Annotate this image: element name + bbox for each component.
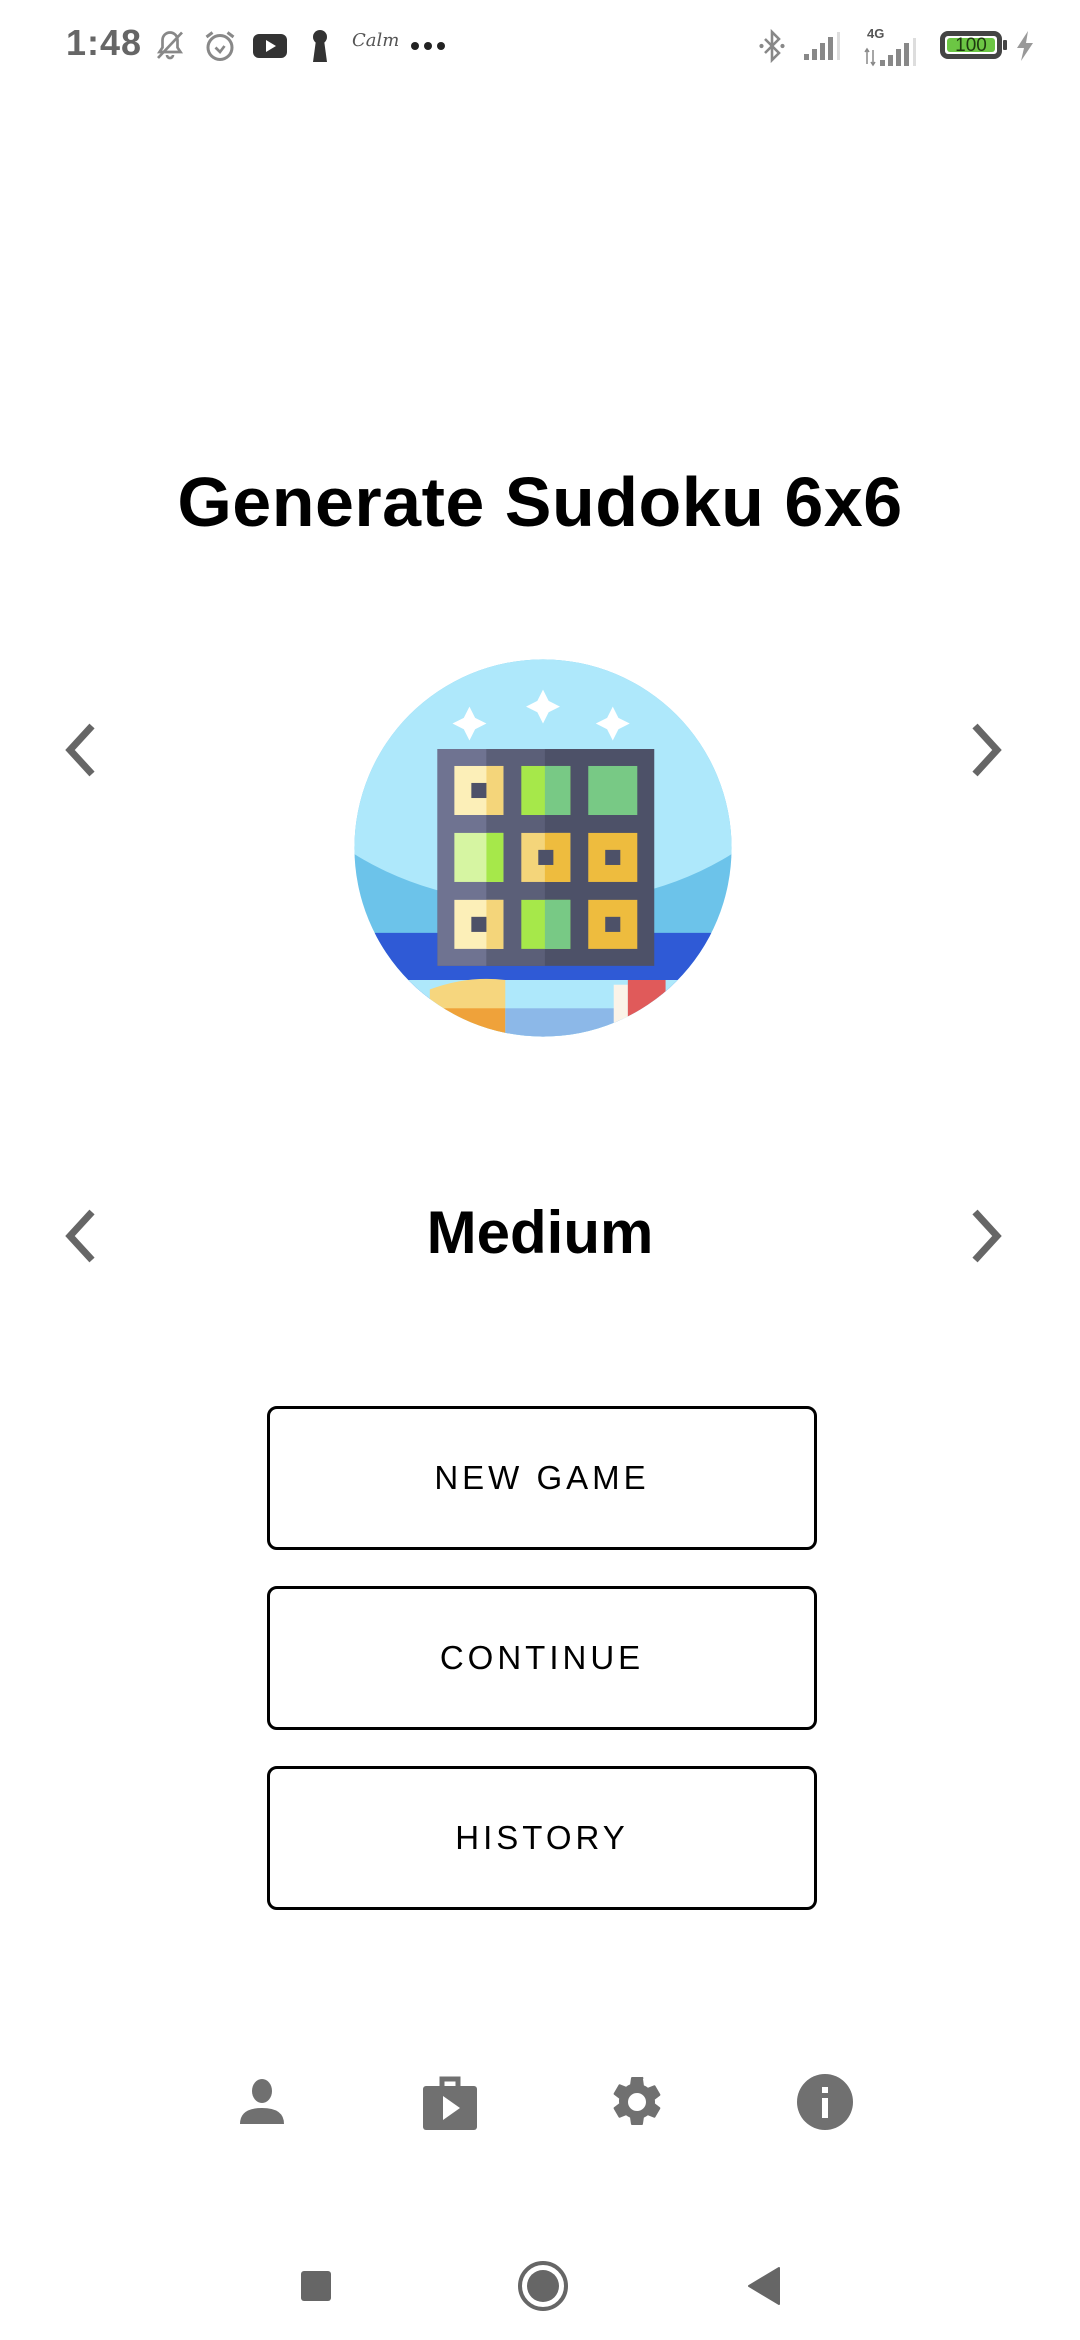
bluetooth-icon bbox=[754, 26, 790, 66]
signal-4g-icon bbox=[862, 32, 922, 72]
difficulty-label: Medium bbox=[426, 1199, 654, 1266]
battery-tip bbox=[1003, 40, 1007, 50]
sudoku-illustration bbox=[345, 650, 741, 1046]
signal-icon bbox=[800, 26, 846, 66]
charging-icon bbox=[1010, 26, 1040, 66]
play-store-icon bbox=[423, 2076, 477, 2130]
chevron-right-icon bbox=[972, 723, 1002, 777]
chevron-right-icon bbox=[972, 1209, 1002, 1263]
vibrate-muted-icon bbox=[150, 26, 190, 66]
battery-level: 100 bbox=[947, 36, 995, 55]
profile-button[interactable] bbox=[230, 2070, 294, 2134]
next-difficulty-button[interactable] bbox=[955, 1196, 1015, 1276]
profile-icon bbox=[240, 2079, 284, 2124]
more-dots-icon bbox=[408, 26, 448, 66]
battery-icon: 100 bbox=[940, 31, 1002, 59]
continue-button[interactable]: CONTINUE bbox=[267, 1586, 817, 1730]
calm-app-icon: Calm bbox=[352, 30, 400, 51]
settings-icon bbox=[613, 2076, 661, 2125]
prev-size-button[interactable] bbox=[52, 710, 112, 790]
status-time: 1:48 bbox=[66, 22, 143, 63]
settings-button[interactable] bbox=[605, 2070, 669, 2134]
recents-button[interactable] bbox=[286, 2256, 346, 2316]
info-button[interactable] bbox=[793, 2070, 857, 2134]
keyhole-icon bbox=[302, 26, 338, 66]
back-icon bbox=[748, 2267, 780, 2305]
alarm-icon bbox=[200, 26, 240, 66]
youtube-icon bbox=[250, 26, 290, 66]
home-icon bbox=[518, 2261, 568, 2311]
recents-icon bbox=[301, 2271, 331, 2301]
new-game-button[interactable]: NEW GAME bbox=[267, 1406, 817, 1550]
next-size-button[interactable] bbox=[955, 710, 1015, 790]
page-title: Generate Sudoku 6x6 bbox=[177, 463, 903, 541]
back-button[interactable] bbox=[735, 2256, 795, 2316]
info-icon bbox=[797, 2074, 853, 2130]
history-button[interactable]: HISTORY bbox=[267, 1766, 817, 1910]
play-store-button[interactable] bbox=[418, 2070, 482, 2134]
chevron-left-icon bbox=[65, 723, 95, 777]
home-button[interactable] bbox=[513, 2256, 573, 2316]
